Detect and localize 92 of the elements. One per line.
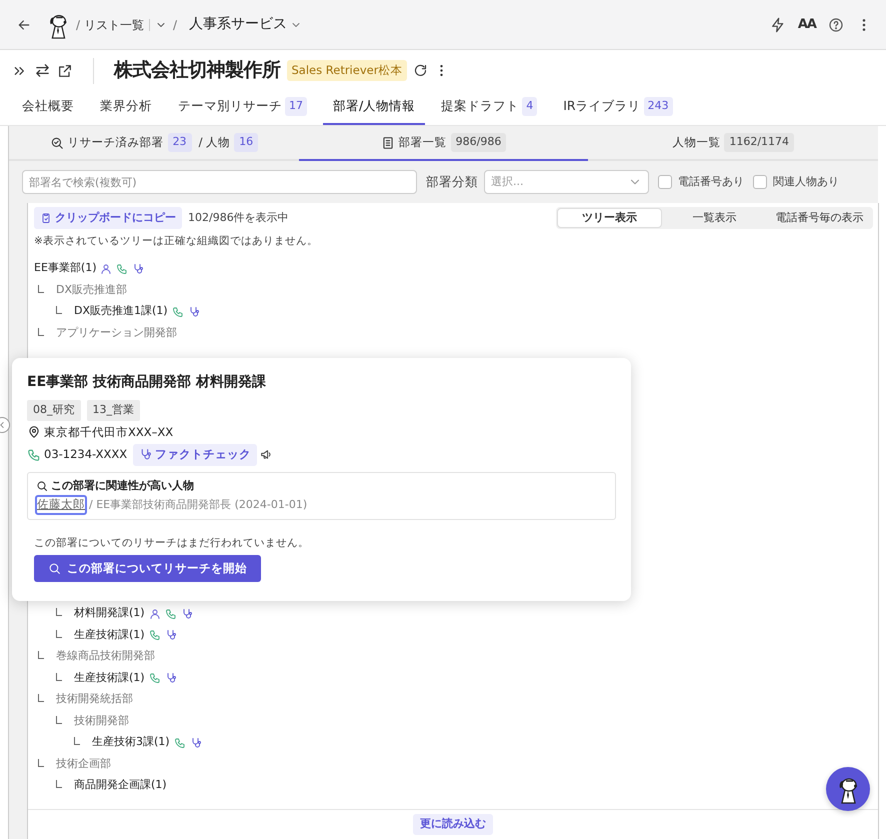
no-research-text: この部署についてのリサーチはまだ行われていません。 [33,536,310,550]
checkbox-label: 関連人物あり [773,174,839,190]
tree-item[interactable]: アプリケーション開発部 [56,324,177,342]
person-link[interactable]: 佐藤太郎 [36,496,86,514]
view-option[interactable]: ツリー表示 [557,208,662,228]
phone-number: 03-1234-XXXX [44,446,128,464]
tree-item[interactable]: 生産技術課(1) [74,626,145,644]
checkbox[interactable] [658,175,672,189]
swap-icon[interactable] [34,62,51,79]
tree-item[interactable]: 商品開発企画課(1) [74,777,167,794]
tree-item[interactable]: DX販売推進1課(1) [74,303,168,320]
owner-badge: Sales Retriever松本 [286,60,408,82]
tab[interactable]: 提案ドラフト 4 [431,90,548,125]
branch-icon [56,780,62,788]
person-detail: / EE事業部技術商品開発部長 (2024-01-01) [89,496,308,513]
tab[interactable]: 業界分析 [90,90,162,125]
related-heading: この部署に関連性が高い人物 [51,478,194,494]
tree-item[interactable]: 技術企画部 [56,756,111,772]
document-icon [380,136,395,150]
tree-item[interactable]: EE事業部(1) [34,260,96,277]
checkbox[interactable] [753,175,767,189]
address-text: 東京都千代田市XXX–XX [44,424,174,440]
breadcrumb-separator: / [76,16,80,34]
note-text: ※表示されているツリーは正確な組織図ではありません。 [33,234,319,249]
stethoscope-icon[interactable] [164,629,177,641]
stethoscope-icon[interactable] [180,608,193,620]
branch-icon [38,328,44,336]
subtab[interactable]: 部署一覧 986/986 [298,126,588,161]
tree-item[interactable]: 技術開発統括部 [56,691,133,708]
category-label: 部署分類 [426,172,478,191]
search-field[interactable]: 部署名で検索(複数可) [22,170,417,194]
tag: 13_営業 [86,400,140,420]
copy-button[interactable]: クリップボードにコピー [34,207,182,229]
branch-icon [38,284,44,292]
branch-icon [56,716,62,724]
phone-icon[interactable] [172,306,184,318]
subtab[interactable]: 人物一覧 1162/1174 [588,126,878,161]
help-icon[interactable] [828,16,844,32]
search-icon [36,480,48,492]
refresh-icon[interactable] [413,63,428,78]
breadcrumb-separator: / [173,16,178,34]
tab[interactable]: テーマ別リサーチ 17 [168,90,317,125]
tree-item[interactable]: 技術開発部 [74,712,129,730]
view-option[interactable]: 電話番号毎の表示 [767,208,872,228]
tree-item[interactable]: 巻線商品技術開発部 [56,648,155,665]
branch-icon [38,651,44,659]
tree-item[interactable]: 生産技術課(1) [74,670,145,686]
stethoscope-icon[interactable] [132,262,144,274]
breadcrumb-link[interactable]: リスト一覧 [84,16,144,34]
font-size-button[interactable]: AA [798,14,816,34]
branch-icon [56,630,62,638]
lightning-icon[interactable] [770,16,786,32]
clipboard-icon [40,212,52,224]
tag: 08_研究 [27,400,80,420]
location-icon [27,425,41,440]
branch-icon [56,306,62,314]
branch-icon [56,672,62,680]
subtab[interactable]: リサーチ済み部署 23 / 人物 16 [9,126,299,161]
phone-icon[interactable] [116,262,128,274]
search-icon [48,562,61,576]
breadcrumb-dropdown[interactable]: 人事系サービス [189,14,302,35]
tab[interactable]: 会社概要 [12,90,84,125]
stethoscope-icon [139,448,152,462]
stethoscope-icon[interactable] [190,736,202,748]
popup-title: EE事業部 技術商品開発部 材料開発課 [27,372,267,392]
factcheck-button[interactable]: ファクトチェック [133,444,258,466]
phone-icon[interactable] [164,608,177,620]
external-link-icon[interactable] [57,62,73,78]
checkbox-label: 電話番号あり [678,174,744,190]
view-option[interactable]: 一覧表示 [662,208,767,228]
tree-item[interactable]: 材料開発課(1) [74,605,145,622]
branch-icon [56,608,62,616]
phone-icon [27,448,41,462]
phone-icon[interactable] [148,672,161,684]
stethoscope-icon[interactable] [188,306,200,318]
load-more-button[interactable]: 更に読み込む [413,814,493,835]
tree-item[interactable]: DX販売推進部 [56,282,128,298]
person-icon[interactable] [148,608,161,620]
shown-count: 102/986件を表示中 [188,210,289,226]
tab[interactable]: IRライブラリ 243 [553,90,683,125]
stethoscope-icon[interactable] [164,672,177,684]
search-check-icon [50,136,64,150]
company-name: 株式会社切神製作所 [114,58,280,84]
person-icon[interactable] [100,262,112,274]
phone-icon[interactable] [148,629,161,641]
branch-icon [38,694,44,702]
branch-icon [74,737,80,745]
start-research-button[interactable]: この部署についてリサーチを開始 [34,555,261,582]
phone-icon[interactable] [174,736,186,748]
branch-icon [38,758,44,766]
tree-item[interactable]: 生産技術3課(1) [92,734,170,751]
megaphone-icon[interactable] [260,448,274,462]
